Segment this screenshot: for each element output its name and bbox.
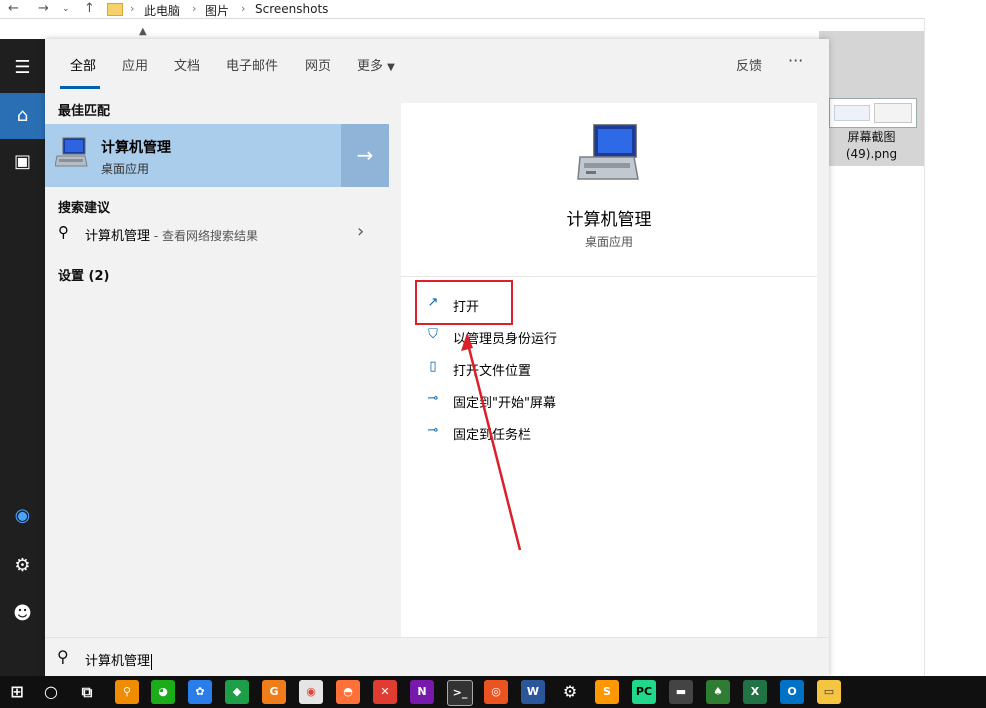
results-list: 最佳匹配 计算机管理 桌面应用 → 搜索建议 ⚲ 计算机管理 - 查看网络搜索结… bbox=[45, 89, 389, 637]
file-thumbnail[interactable]: 屏幕截图 (49).png bbox=[819, 31, 924, 166]
best-match-header: 最佳匹配 bbox=[58, 104, 111, 119]
breadcrumb-item[interactable]: 此电脑 bbox=[144, 2, 180, 19]
sublime-icon[interactable]: S bbox=[595, 680, 619, 704]
word-icon[interactable]: W bbox=[521, 680, 545, 704]
solitaire-icon[interactable]: ♠ bbox=[706, 680, 730, 704]
best-match-subtitle: 桌面应用 bbox=[101, 162, 150, 176]
pin-icon: ⊸ bbox=[427, 423, 439, 438]
detail-title: 计算机管理 bbox=[566, 210, 652, 230]
cmd-icon[interactable]: >_ bbox=[447, 680, 473, 706]
shield-icon: ⛉ bbox=[428, 327, 438, 342]
tab-more[interactable]: 更多 ▼ bbox=[357, 55, 395, 74]
search-app-icon[interactable]: ⚲ bbox=[115, 680, 139, 704]
thumbnail-image bbox=[829, 98, 917, 128]
search-icon: ⚲ bbox=[58, 223, 69, 241]
more-options-button[interactable]: ··· bbox=[788, 51, 803, 70]
settings-gear-icon[interactable]: ⚙ bbox=[0, 543, 45, 589]
up-icon[interactable]: ↑ bbox=[84, 1, 95, 16]
open-file-location-label: 打开文件位置 bbox=[453, 364, 532, 379]
app-green-icon[interactable]: ◆ bbox=[225, 680, 249, 704]
chevron-right-icon: › bbox=[357, 221, 365, 242]
highlight-box bbox=[415, 280, 513, 325]
onenote-icon[interactable]: N bbox=[410, 680, 434, 704]
pin-to-taskbar-action[interactable]: ⊸ 固定到任务栏 bbox=[425, 421, 645, 445]
file-explorer-icon[interactable]: ▭ bbox=[817, 680, 841, 704]
xmind-icon[interactable]: ✕ bbox=[373, 680, 397, 704]
file-name: 屏幕截图 (49).png bbox=[845, 130, 898, 161]
chrome-icon[interactable]: ◉ bbox=[299, 680, 323, 704]
start-icon[interactable]: ⊞ bbox=[5, 680, 29, 704]
notebook-icon[interactable]: ▣ bbox=[0, 139, 45, 185]
folder-icon bbox=[107, 3, 123, 16]
web-suggestion-item[interactable]: ⚲ 计算机管理 - 查看网络搜索结果 › bbox=[45, 213, 389, 253]
pin-icon: ⊸ bbox=[427, 391, 439, 406]
feedback-button[interactable]: 反馈 bbox=[736, 55, 762, 74]
dropdown-caret-icon: ▼ bbox=[387, 62, 395, 73]
search-box[interactable]: ⚲ 计算机管理 bbox=[45, 637, 829, 677]
detail-subtitle: 桌面应用 bbox=[584, 235, 633, 249]
forward-icon[interactable]: → bbox=[38, 1, 49, 16]
detail-pane: 计算机管理 桌面应用 ↗ 打开 ⛉ 以管理员身份运行 ▯ 打开文件位置 ⊸ 固定… bbox=[401, 103, 817, 637]
pin-to-taskbar-label: 固定到任务栏 bbox=[453, 428, 532, 443]
breadcrumb-item[interactable]: Screenshots bbox=[255, 2, 328, 16]
best-match-item[interactable]: 计算机管理 桌面应用 → bbox=[45, 124, 389, 187]
suggestion-hint: - 查看网络搜索结果 bbox=[150, 229, 258, 243]
best-match-title: 计算机管理 bbox=[101, 140, 171, 156]
pin-to-start-label: 固定到"开始"屏幕 bbox=[453, 396, 556, 411]
terminal-icon[interactable]: ▬ bbox=[669, 680, 693, 704]
run-as-admin-action[interactable]: ⛉ 以管理员身份运行 bbox=[425, 325, 645, 349]
tab-documents[interactable]: 文档 bbox=[174, 55, 200, 74]
divider bbox=[401, 276, 817, 277]
feedback-person-icon[interactable]: ☻ bbox=[0, 591, 45, 637]
explorer-content-edge bbox=[924, 18, 986, 676]
ubuntu-icon[interactable]: ◎ bbox=[484, 680, 508, 704]
tab-email[interactable]: 电子邮件 bbox=[226, 55, 278, 74]
computer-management-large-icon bbox=[577, 124, 639, 180]
suggestion-text: 计算机管理 bbox=[85, 229, 151, 244]
tab-apps[interactable]: 应用 bbox=[122, 55, 148, 74]
open-file-location-action[interactable]: ▯ 打开文件位置 bbox=[425, 357, 645, 381]
home-icon[interactable]: ⌂ bbox=[0, 93, 45, 139]
app-orange-icon[interactable]: G bbox=[262, 680, 286, 704]
breadcrumb-sep: › bbox=[241, 2, 246, 15]
tab-all[interactable]: 全部 bbox=[70, 55, 96, 74]
scope-tabs: 全部 应用 文档 电子邮件 网页 更多 ▼ 反馈 ··· bbox=[45, 39, 829, 89]
user-avatar-icon[interactable]: ◉ bbox=[0, 493, 45, 539]
settings-header[interactable]: 设置 (2) bbox=[58, 265, 109, 284]
run-as-admin-label: 以管理员身份运行 bbox=[453, 332, 558, 347]
search-icon: ⚲ bbox=[57, 647, 69, 666]
cortana-icon[interactable]: ○ bbox=[39, 680, 63, 704]
settings-icon[interactable]: ⚙ bbox=[558, 680, 582, 704]
file-location-icon: ▯ bbox=[429, 359, 437, 374]
pycharm-icon[interactable]: PC bbox=[632, 680, 656, 704]
tab-web[interactable]: 网页 bbox=[305, 55, 331, 74]
start-rail: ☰ ⌂ ▣ ◉ ⚙ ☻ bbox=[0, 39, 45, 676]
breadcrumb-sep: › bbox=[192, 2, 197, 15]
search-panel: 全部 应用 文档 电子邮件 网页 更多 ▼ 反馈 ··· 最佳匹配 计算机管理 … bbox=[45, 39, 829, 677]
firefox-icon[interactable]: ◓ bbox=[336, 680, 360, 704]
taskbar: ⊞ ○ ⧉ ⚲ ◕ ✿ ◆ G ◉ ◓ ✕ N >_ ◎ W ⚙ S PC ▬ … bbox=[0, 676, 986, 708]
computer-management-icon bbox=[55, 137, 88, 167]
task-view-icon[interactable]: ⧉ bbox=[75, 680, 99, 704]
app-blue-icon[interactable]: ✿ bbox=[188, 680, 212, 704]
search-input[interactable]: 计算机管理 bbox=[85, 654, 150, 669]
breadcrumb-item[interactable]: 图片 bbox=[205, 2, 229, 19]
text-caret bbox=[151, 653, 153, 670]
breadcrumb-sep: › bbox=[130, 2, 135, 15]
back-icon[interactable]: ← bbox=[8, 1, 19, 16]
outlook-icon[interactable]: O bbox=[780, 680, 804, 704]
scroll-up-icon[interactable]: ▲ bbox=[139, 26, 147, 37]
address-bar[interactable]: ← → ⌄ ↑ › 此电脑 › 图片 › Screenshots bbox=[0, 0, 986, 19]
excel-icon[interactable]: X bbox=[743, 680, 767, 704]
history-chevron-icon[interactable]: ⌄ bbox=[62, 4, 70, 14]
tab-more-label: 更多 bbox=[357, 59, 384, 74]
hamburger-menu-icon[interactable]: ☰ bbox=[0, 45, 45, 91]
pin-to-start-action[interactable]: ⊸ 固定到"开始"屏幕 bbox=[425, 389, 645, 413]
wechat-icon[interactable]: ◕ bbox=[151, 680, 175, 704]
arrow-right-icon[interactable]: → bbox=[341, 124, 389, 187]
